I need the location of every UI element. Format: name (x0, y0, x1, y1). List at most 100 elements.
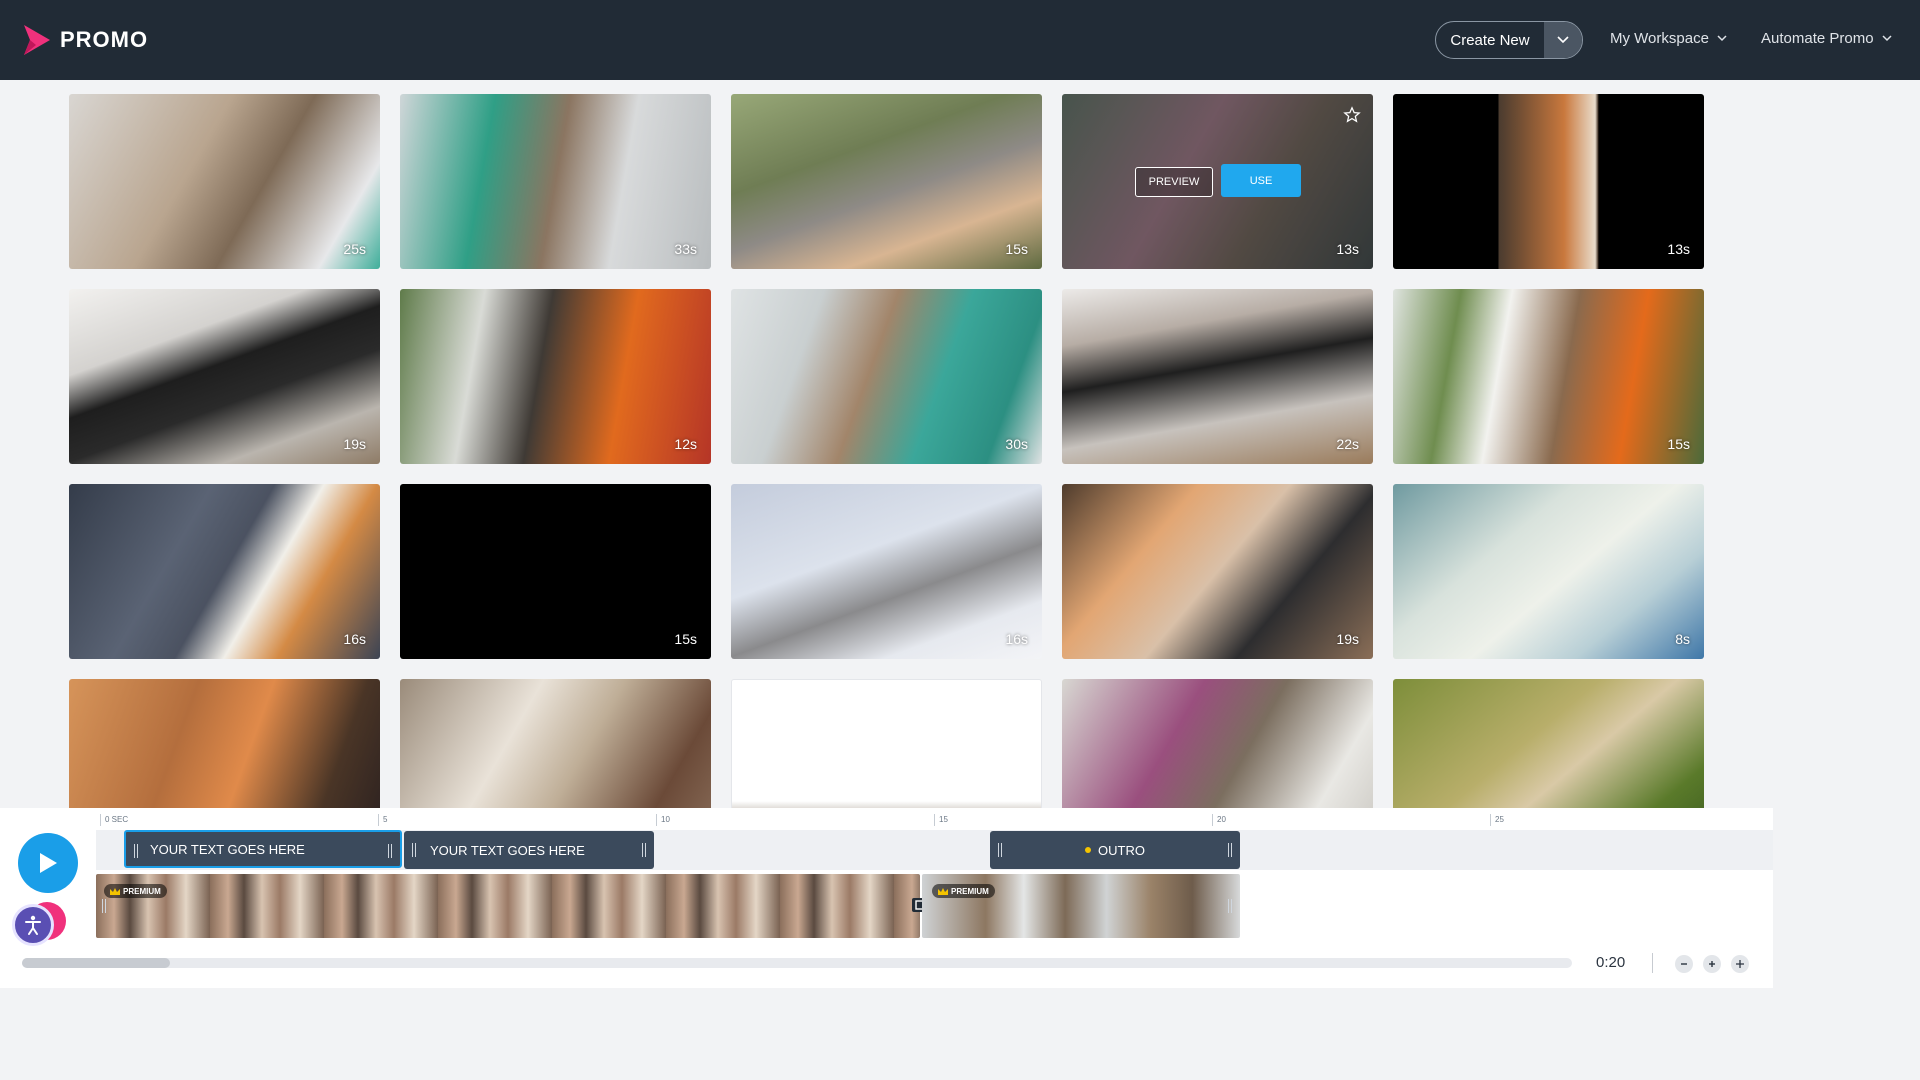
video-tile[interactable]: 15s (731, 94, 1042, 269)
trim-handle-left[interactable] (134, 844, 138, 858)
video-tile[interactable]: 12s (400, 289, 711, 464)
outro-dot-icon (1085, 847, 1092, 853)
video-clip-1[interactable]: PREMIUM (96, 874, 920, 938)
chevron-down-icon (1882, 35, 1892, 42)
duration-label: 30s (1005, 436, 1028, 452)
duration-label: 33s (674, 241, 697, 257)
trim-handle-left[interactable] (998, 843, 1002, 857)
premium-label: PREMIUM (123, 886, 161, 896)
video-tile[interactable]: 19s (69, 289, 380, 464)
trim-handle-left[interactable] (102, 899, 106, 913)
play-icon (40, 853, 57, 873)
create-new-label[interactable]: Create New (1436, 22, 1544, 58)
duration-label: 16s (1005, 631, 1028, 647)
ruler-tick: 0 SEC (100, 814, 128, 826)
accessibility-button[interactable] (12, 904, 54, 946)
duration-label: 15s (1005, 241, 1028, 257)
duration-label: 13s (1667, 241, 1690, 257)
duration-label: 16s (343, 631, 366, 647)
top-bar: PROMO Create New My Workspace Automate P… (0, 0, 1920, 80)
text-block-label: YOUR TEXT GOES HERE (150, 841, 305, 857)
ruler-tick: 25 (1490, 814, 1504, 826)
timeline-ruler[interactable]: 0 SEC 5 10 15 20 25 (96, 808, 1773, 830)
crown-icon (938, 887, 948, 895)
preview-button[interactable]: PREVIEW (1135, 167, 1213, 197)
accessibility-icon (25, 915, 41, 935)
video-tile[interactable]: 16s (69, 484, 380, 659)
chevron-down-icon (1717, 35, 1727, 42)
minus-icon (1681, 963, 1687, 965)
video-tile[interactable] (1393, 679, 1704, 808)
text-track: YOUR TEXT GOES HERE YOUR TEXT GOES HERE … (96, 830, 1773, 870)
duration-label: 12s (674, 436, 697, 452)
video-grid: 25s 33s 15s PREVIEW USE 13s 13s 19s 12s … (69, 94, 1705, 808)
trim-handle-right[interactable] (642, 843, 646, 857)
video-tile[interactable]: 16s (731, 484, 1042, 659)
video-tile[interactable]: 33s (400, 94, 711, 269)
outro-label: OUTRO (1098, 842, 1145, 858)
ruler-tick: 10 (656, 814, 670, 826)
scrollbar-thumb[interactable] (22, 958, 170, 968)
text-block-label: YOUR TEXT GOES HERE (430, 842, 585, 858)
video-tile[interactable]: 15s (400, 484, 711, 659)
crown-icon (110, 887, 120, 895)
video-tile[interactable]: 15s (1393, 289, 1704, 464)
star-icon[interactable] (1343, 106, 1361, 124)
video-track: PREMIUM PREMIUM (96, 874, 1773, 938)
automate-promo-menu[interactable]: Automate Promo (1761, 30, 1892, 47)
logo-icon (24, 25, 50, 55)
video-tile[interactable]: 25s (69, 94, 380, 269)
premium-badge: PREMIUM (104, 884, 167, 898)
chevron-down-icon (1557, 36, 1569, 44)
outro-block[interactable]: OUTRO (990, 831, 1240, 869)
use-button[interactable]: USE (1221, 164, 1301, 197)
video-clip-2[interactable]: PREMIUM (922, 874, 1240, 938)
ruler-tick: 5 (378, 814, 387, 826)
total-duration: 0:20 (1596, 954, 1626, 971)
collapse-icon (1736, 960, 1744, 968)
zoom-out-button[interactable] (1675, 955, 1693, 973)
brand-name: PROMO (60, 27, 149, 52)
my-workspace-label: My Workspace (1610, 30, 1709, 47)
video-tile[interactable]: 19s (1062, 484, 1373, 659)
my-workspace-menu[interactable]: My Workspace (1610, 30, 1727, 47)
duration-label: 15s (674, 631, 697, 647)
create-new-dropdown[interactable] (1544, 22, 1582, 58)
video-tile[interactable]: 8s (1393, 484, 1704, 659)
ruler-tick: 20 (1212, 814, 1226, 826)
trim-handle-right[interactable] (1228, 899, 1232, 913)
premium-label: PREMIUM (951, 886, 989, 896)
promo-logo[interactable]: PROMO (22, 22, 148, 58)
timeline-scrollbar[interactable] (22, 958, 1572, 968)
zoom-in-button[interactable] (1703, 955, 1721, 973)
video-tile[interactable] (69, 679, 380, 808)
divider (1652, 953, 1653, 973)
trim-handle-left[interactable] (412, 843, 416, 857)
video-tile[interactable] (1062, 679, 1373, 808)
automate-promo-label: Automate Promo (1761, 30, 1874, 47)
text-block-2[interactable]: YOUR TEXT GOES HERE (404, 831, 654, 869)
duration-label: 13s (1336, 241, 1359, 257)
play-button[interactable] (18, 833, 78, 893)
duration-label: 22s (1336, 436, 1359, 452)
trim-handle-right[interactable] (388, 844, 392, 858)
video-tile[interactable]: 30s (731, 289, 1042, 464)
duration-label: 15s (1667, 436, 1690, 452)
text-block-1[interactable]: YOUR TEXT GOES HERE (124, 830, 402, 868)
video-tile-hovered[interactable]: PREVIEW USE 13s (1062, 94, 1373, 269)
duration-label: 19s (343, 436, 366, 452)
plus-icon (1709, 961, 1715, 967)
video-tile[interactable] (731, 679, 1042, 808)
video-tile[interactable]: 22s (1062, 289, 1373, 464)
video-tile[interactable]: 13s (1393, 94, 1704, 269)
premium-badge: PREMIUM (932, 884, 995, 898)
create-new-button[interactable]: Create New (1435, 21, 1583, 59)
fit-timeline-button[interactable] (1731, 955, 1749, 973)
duration-label: 25s (343, 241, 366, 257)
trim-handle-right[interactable] (1228, 843, 1232, 857)
duration-label: 8s (1675, 631, 1690, 647)
ruler-tick: 15 (934, 814, 948, 826)
video-tile[interactable] (400, 679, 711, 808)
duration-label: 19s (1336, 631, 1359, 647)
hover-overlay (1062, 94, 1373, 269)
